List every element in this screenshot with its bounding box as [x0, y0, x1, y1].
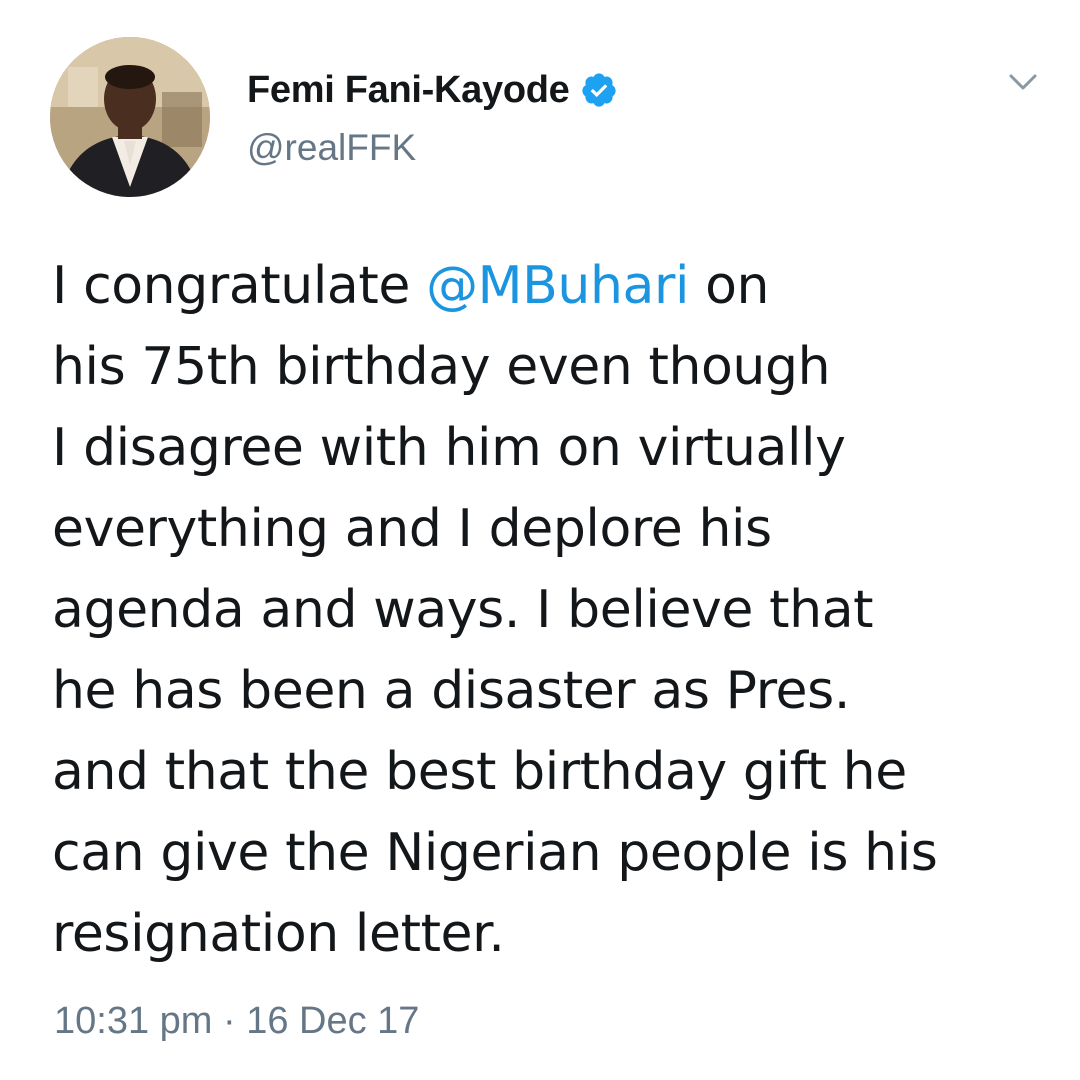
tweet-line: resignation letter.: [52, 904, 505, 964]
tweet-line-text: on: [689, 256, 770, 316]
tweet-text: I congratulate @MBuhari on his 75th birt…: [52, 246, 1062, 975]
profile-photo-icon: [50, 37, 210, 197]
tweet-line: can give the Nigerian people is his: [52, 823, 938, 883]
tweet-line: I congratulate @MBuhari on: [52, 246, 1062, 327]
avatar[interactable]: [50, 37, 210, 197]
tweet-line: and that the best birthday gift he: [52, 742, 907, 802]
tweet-line-text: I congratulate: [52, 256, 427, 316]
tweet-card: Femi Fani-Kayode @realFFK I congratulate…: [0, 0, 1080, 1080]
verified-badge-icon: [580, 71, 618, 109]
chevron-down-icon[interactable]: [1003, 62, 1043, 102]
tweet-line: everything and I deplore his: [52, 499, 772, 559]
tweet-line: he has been a disaster as Pres.: [52, 661, 850, 721]
tweet-line: I disagree with him on virtually: [52, 418, 846, 478]
author-display-name[interactable]: Femi Fani-Kayode: [247, 69, 570, 112]
mention-link[interactable]: @MBuhari: [426, 256, 689, 316]
author-handle[interactable]: @realFFK: [247, 127, 416, 169]
author-name-row: Femi Fani-Kayode: [247, 66, 618, 114]
tweet-line: his 75th birthday even though: [52, 337, 831, 397]
tweet-timestamp[interactable]: 10:31 pm · 16 Dec 17: [54, 1000, 419, 1043]
tweet-line: agenda and ways. I believe that: [52, 580, 874, 640]
